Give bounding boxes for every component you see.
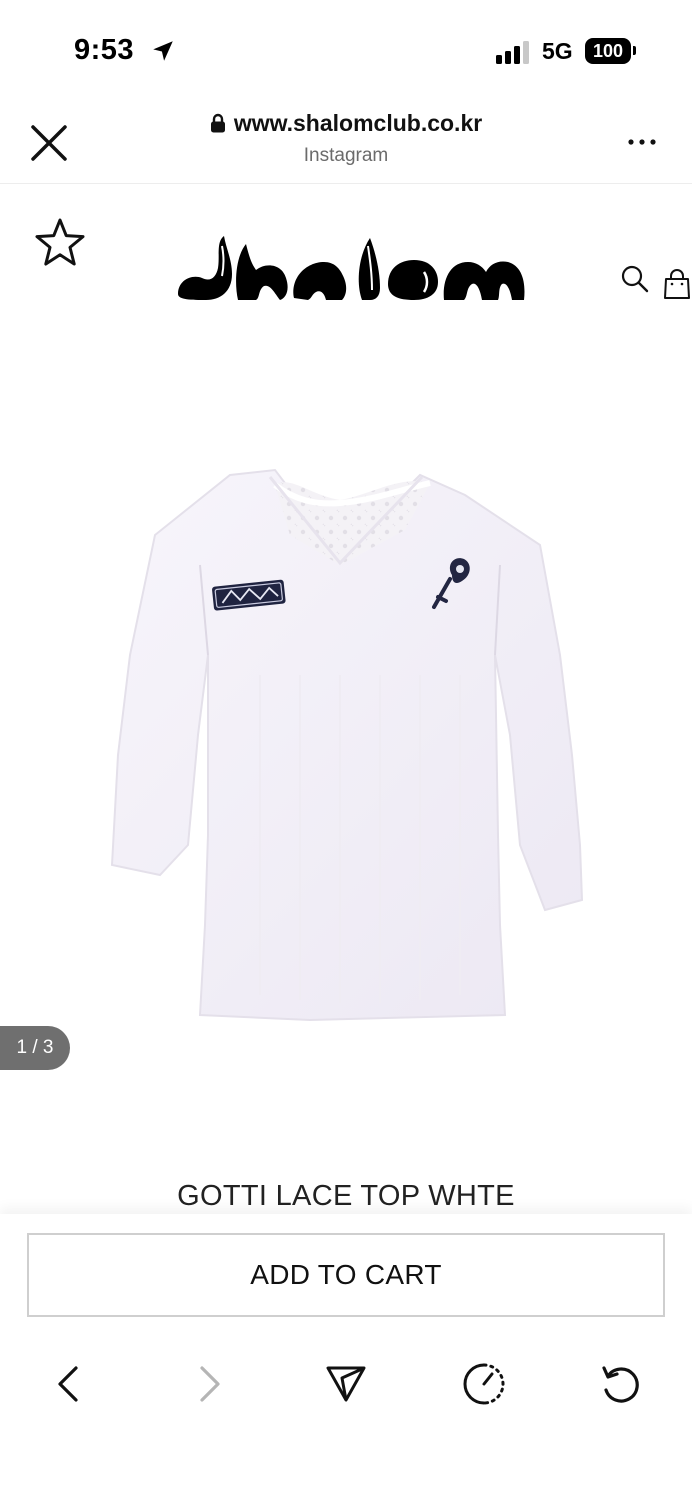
battery-indicator: 100: [585, 38, 631, 64]
status-bar: 9:53 5G 100: [0, 0, 692, 100]
product-title: GOTTI LACE TOP WHTE: [177, 1180, 515, 1212]
back-icon[interactable]: [46, 1360, 94, 1408]
product-image[interactable]: [100, 455, 592, 1095]
browser-toolbar: [0, 1342, 692, 1500]
add-to-cart-button[interactable]: ADD TO CART: [27, 1233, 665, 1317]
url-bar[interactable]: www.shalomclub.co.kr: [0, 110, 692, 137]
location-arrow-icon: [153, 41, 173, 61]
battery-nub: [633, 46, 636, 55]
source-label: Instagram: [303, 145, 389, 166]
star-icon[interactable]: [32, 215, 88, 271]
signal-icon: [496, 41, 529, 64]
status-time: 9:53: [74, 34, 135, 66]
reload-icon[interactable]: [596, 1360, 644, 1408]
site-logo[interactable]: [176, 232, 528, 302]
lock-icon: [210, 113, 225, 133]
bag-icon[interactable]: [662, 268, 692, 300]
share-icon[interactable]: [322, 1360, 370, 1408]
browser-header: www.shalomclub.co.kr Instagram: [0, 100, 692, 184]
more-icon[interactable]: [624, 128, 660, 156]
image-counter: 1 / 3: [0, 1026, 70, 1070]
network-type: 5G: [542, 38, 573, 64]
url-text: www.shalomclub.co.kr: [233, 110, 483, 136]
history-icon[interactable]: [460, 1360, 508, 1408]
forward-icon[interactable]: [184, 1360, 232, 1408]
search-icon[interactable]: [620, 264, 650, 294]
